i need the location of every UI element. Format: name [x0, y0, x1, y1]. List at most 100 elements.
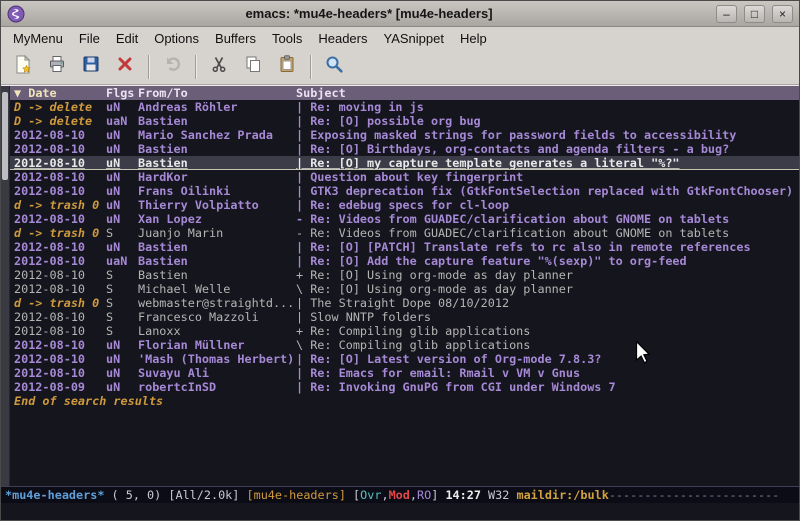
message-row[interactable]: 2012-08-10uNXan Lopez- Re: Videos from G…	[14, 212, 799, 226]
toolbar-separator	[195, 55, 196, 79]
row-flags: S	[106, 324, 138, 338]
menu-help[interactable]: Help	[452, 29, 495, 48]
undo-icon	[162, 54, 182, 79]
toolbar-separator	[148, 55, 149, 79]
modeline-mod-flag: Mod	[389, 488, 410, 502]
close-icon	[115, 54, 135, 79]
header-line: ▼ Date Flgs From/To Subject	[10, 86, 799, 100]
row-from: Florian Müllner	[138, 338, 296, 352]
row-date: 2012-08-10	[14, 324, 106, 338]
message-row[interactable]: 2012-08-10SLanoxx+ Re: Compiling glib ap…	[14, 324, 799, 338]
menu-file[interactable]: File	[71, 29, 108, 48]
message-row[interactable]: d -> trash 0Swebmaster@straightd...| The…	[14, 296, 799, 310]
row-from: Francesco Mazzoli	[138, 310, 296, 324]
maximize-button[interactable]: □	[744, 5, 765, 23]
row-date: 2012-08-10	[14, 170, 106, 184]
modeline-buffer-name: *mu4e-headers*	[5, 488, 104, 502]
message-row[interactable]: 2012-08-10uNFlorian Müllner\ Re: Compili…	[14, 338, 799, 352]
row-from: Thierry Volpiatto	[138, 198, 296, 212]
row-flags: S	[106, 282, 138, 296]
row-subject: | Re: [O] possible org bug	[296, 114, 799, 128]
save-button[interactable]	[75, 52, 107, 81]
modeline-maildir: maildir:/bulk	[516, 488, 608, 502]
copy-button[interactable]	[237, 52, 269, 81]
row-flags: uN	[106, 170, 138, 184]
row-subject: | Re: moving in js	[296, 100, 799, 114]
message-row[interactable]: 2012-08-10uNFrans Oilinki| GTK3 deprecat…	[14, 184, 799, 198]
echo-area[interactable]	[1, 503, 799, 520]
end-of-results-text: End of search results	[14, 394, 799, 408]
message-row[interactable]: 2012-08-10uNBastien| Re: [O] Birthdays, …	[14, 142, 799, 156]
message-row[interactable]: 2012-08-10uNMario Sanchez Prada| Exposin…	[14, 128, 799, 142]
scrollbar-track[interactable]	[1, 86, 10, 486]
message-row[interactable]: 2012-08-10uN'Mash (Thomas Herbert)| Re: …	[14, 352, 799, 366]
print-button[interactable]	[41, 52, 73, 81]
row-from: Michael Welle	[138, 282, 296, 296]
message-row[interactable]: D -> deleteuNAndreas Röhler| Re: moving …	[14, 100, 799, 114]
row-flags: uN	[106, 338, 138, 352]
column-header-date[interactable]: ▼ Date	[14, 86, 106, 100]
row-subject: - Re: Videos from GUADEC/clarification a…	[296, 226, 799, 240]
column-header-subject[interactable]: Subject	[296, 86, 799, 100]
menu-buffers[interactable]: Buffers	[207, 29, 264, 48]
message-row[interactable]: d -> trash 0SJuanjo Marin- Re: Videos fr…	[14, 226, 799, 240]
menu-tools[interactable]: Tools	[264, 29, 310, 48]
message-row[interactable]: 2012-08-10uNBastien| Re: [O] [PATCH] Tra…	[14, 240, 799, 254]
row-flags: uN	[106, 380, 138, 394]
row-subject: | GTK3 deprecation fix (GtkFontSelection…	[296, 184, 799, 198]
message-row[interactable]: 2012-08-10uNSuvayu Ali| Re: Emacs for em…	[14, 366, 799, 380]
row-date: 2012-08-10	[14, 338, 106, 352]
row-flags: S	[106, 296, 138, 310]
close-button[interactable]	[109, 52, 141, 81]
column-header-from[interactable]: From/To	[138, 86, 296, 100]
new-file-button[interactable]	[7, 52, 39, 81]
cut-button[interactable]	[203, 52, 235, 81]
emacs-icon	[7, 5, 25, 23]
minimize-button[interactable]: –	[716, 5, 737, 23]
menu-mymenu[interactable]: MyMenu	[5, 29, 71, 48]
menu-yasnippet[interactable]: YASnippet	[375, 29, 451, 48]
message-row[interactable]: D -> deleteuaNBastien| Re: [O] possible …	[14, 114, 799, 128]
row-flags: uN	[106, 198, 138, 212]
message-row[interactable]: 2012-08-10uaNBastien| Re: [O] Add the ca…	[14, 254, 799, 268]
message-row[interactable]: 2012-08-10uNHardKor| Question about key …	[14, 170, 799, 184]
row-date: 2012-08-10	[14, 268, 106, 282]
row-subject: | Re: [O] [PATCH] Translate refs to rc a…	[296, 240, 799, 254]
row-flags: uN	[106, 240, 138, 254]
row-from: Bastien	[138, 114, 296, 128]
message-row-current[interactable]: 2012-08-10uNBastien| Re: [O] my capture …	[10, 156, 799, 170]
message-row[interactable]: d -> trash 0uNThierry Volpiatto| Re: ede…	[14, 198, 799, 212]
row-subject: | Re: [O] my capture template generates …	[296, 156, 799, 169]
scrollbar-thumb[interactable]	[2, 92, 8, 180]
column-header-flags[interactable]: Flgs	[106, 86, 138, 100]
menu-edit[interactable]: Edit	[108, 29, 146, 48]
row-date: D -> delete	[14, 100, 106, 114]
close-button[interactable]: ×	[772, 5, 793, 23]
row-subject: | Re: [O] Add the capture feature "%(sex…	[296, 254, 799, 268]
message-row[interactable]: 2012-08-10SMichael Welle\ Re: [O] Using …	[14, 282, 799, 296]
modeline-major-mode: [mu4e-headers]	[247, 488, 346, 502]
message-list: D -> delete uN Andreas Röhler| Re: moving …	[14, 100, 799, 394]
message-row[interactable]: 2012-08-09uNrobertcInSD| Re: Invoking Gn…	[14, 380, 799, 394]
toolbar-separator	[310, 55, 311, 79]
menu-headers[interactable]: Headers	[310, 29, 375, 48]
row-from: Bastien	[138, 240, 296, 254]
row-date: d -> trash 0	[14, 226, 106, 240]
modeline-fill: ------------------------	[609, 488, 779, 502]
message-row[interactable]: 2012-08-10SFrancesco Mazzoli| Slow NNTP …	[14, 310, 799, 324]
row-from: Andreas Röhler	[138, 100, 296, 114]
row-from: Bastien	[138, 254, 296, 268]
row-from: Suvayu Ali	[138, 366, 296, 380]
row-subject: | Re: edebug specs for cl-loop	[296, 198, 799, 212]
new-file-icon	[13, 54, 33, 79]
menu-options[interactable]: Options	[146, 29, 207, 48]
paste-button[interactable]	[271, 52, 303, 81]
search-button[interactable]	[318, 52, 350, 81]
row-date: 2012-08-10	[14, 156, 106, 169]
tool-bar	[1, 49, 799, 85]
row-flags: S	[106, 268, 138, 282]
undo-button[interactable]	[156, 52, 188, 81]
cut-icon	[209, 54, 229, 79]
message-row[interactable]: 2012-08-10SBastien+ Re: [O] Using org-mo…	[14, 268, 799, 282]
mode-line[interactable]: *mu4e-headers* ( 5, 0) [All/2.0k] [mu4e-…	[1, 486, 799, 503]
